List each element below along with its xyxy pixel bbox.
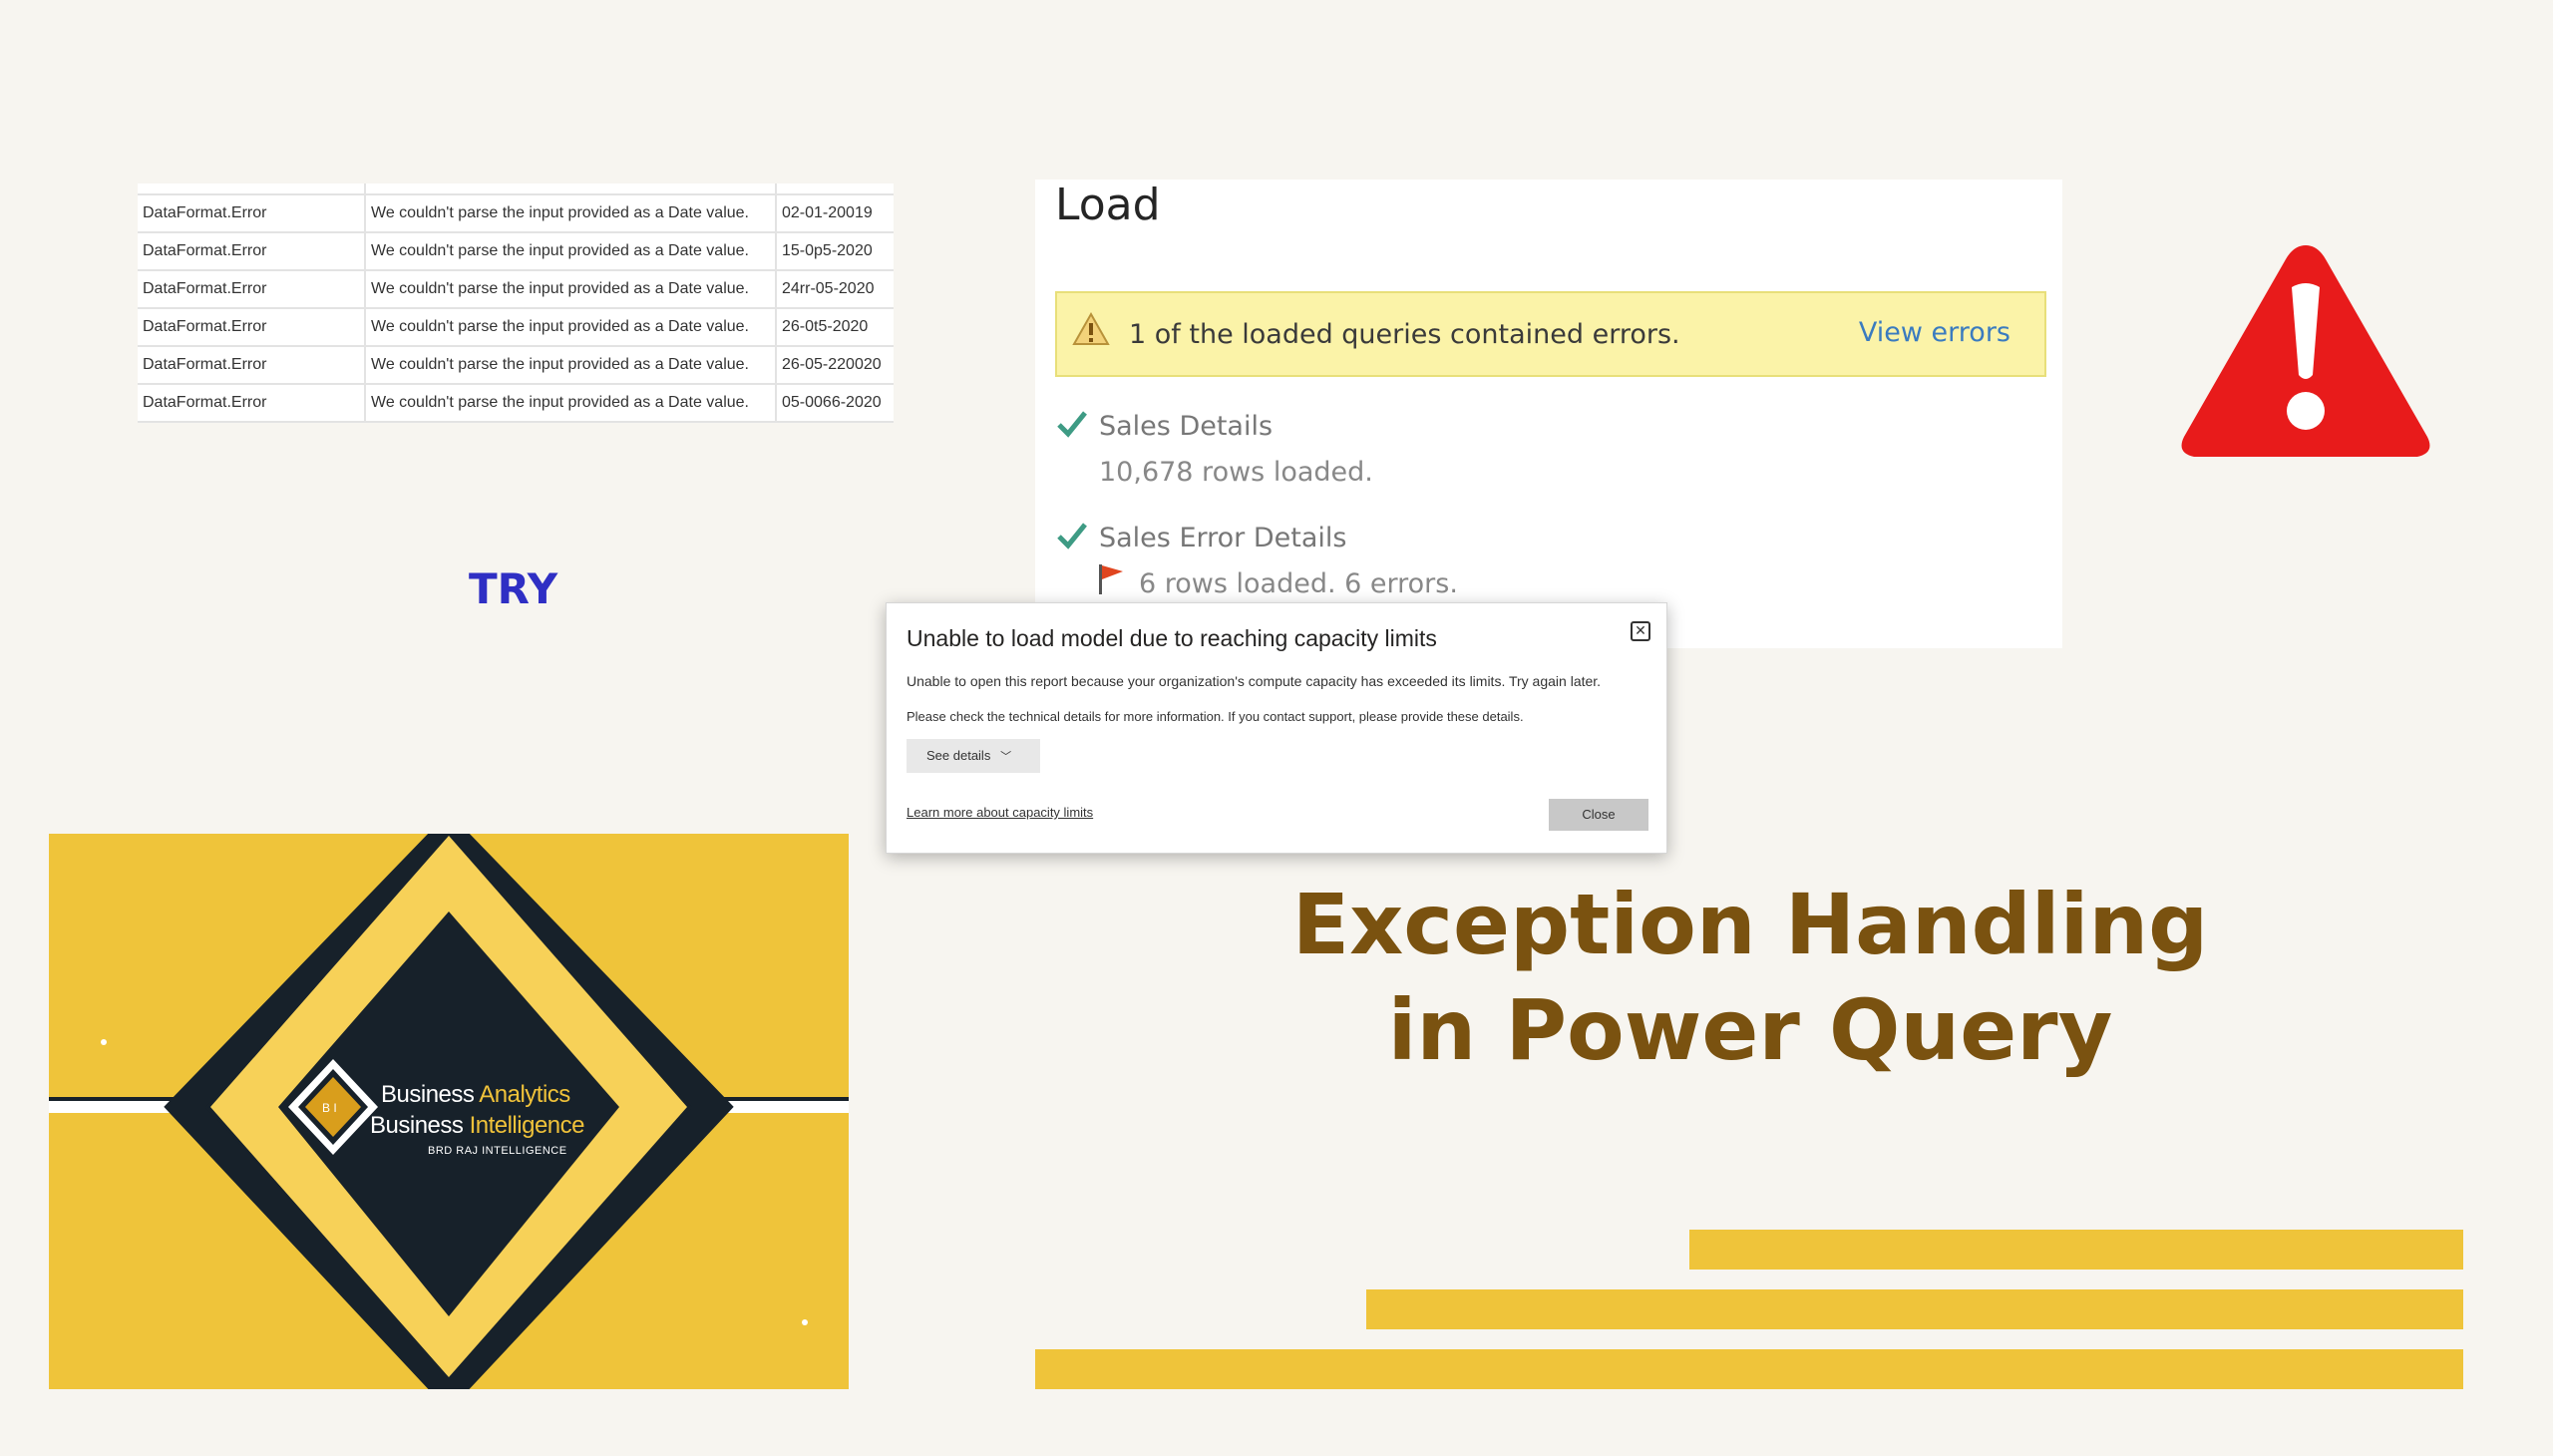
table-cell-value: 26-0t5-2020: [776, 308, 894, 347]
logo-line1: Business Analytics: [381, 1081, 570, 1109]
query-name: Sales Error Details: [1099, 523, 1347, 553]
logo-badge-text: B I: [322, 1101, 337, 1115]
table-cell-type: DataFormat.Error: [138, 346, 366, 385]
table-header-row: [138, 183, 894, 195]
table-cell-value: 05-0066-2020: [776, 384, 894, 423]
table-cell-type: DataFormat.Error: [138, 384, 366, 423]
table-cell-type: DataFormat.Error: [138, 194, 366, 233]
table-row: DataFormat.Error We couldn't parse the in…: [138, 194, 894, 233]
check-icon: [1055, 409, 1089, 444]
logo-subtitle: BRD RAJ INTELLIGENCE: [428, 1145, 567, 1157]
dialog-details-hint: Please check the technical details for m…: [907, 709, 1524, 724]
headline: Exception Handling in Power Query: [1227, 872, 2274, 1083]
view-errors-link[interactable]: View errors: [1859, 317, 2010, 348]
table-cell-type: DataFormat.Error: [138, 232, 366, 271]
table-cell-message: We couldn't parse the input provided as …: [365, 232, 777, 271]
logo-line1-a: Business: [381, 1081, 480, 1108]
check-icon: [1055, 521, 1089, 555]
table-row: DataFormat.Error We couldn't parse the in…: [138, 270, 894, 309]
table-cell-message: We couldn't parse the input provided as …: [365, 194, 777, 233]
flag-icon: [1097, 562, 1127, 601]
table-cell-message: We couldn't parse the input provided as …: [365, 308, 777, 347]
table-row: DataFormat.Error We couldn't parse the in…: [138, 232, 894, 271]
warning-icon: [1071, 311, 1111, 352]
dialog-title: Unable to load model due to reaching cap…: [907, 625, 1437, 651]
table-cell-type: DataFormat.Error: [138, 308, 366, 347]
table-row: DataFormat.Error We couldn't parse the in…: [138, 308, 894, 347]
table-cell-value: 24rr-05-2020: [776, 270, 894, 309]
brand-logo: B I Business Analytics Business Intellig…: [49, 834, 849, 1389]
headline-line1: Exception Handling: [1291, 876, 2209, 973]
close-icon[interactable]: ✕: [1631, 621, 1650, 641]
decor-stripe: [1689, 1230, 2463, 1270]
chevron-down-icon: ﹀: [993, 751, 1012, 763]
try-label: TRY: [469, 564, 558, 613]
warning-icon: [2172, 231, 2439, 476]
query-name: Sales Details: [1099, 411, 1274, 442]
table-cell-value: 02-01-20019: [776, 194, 894, 233]
warning-text: 1 of the loaded queries contained errors…: [1129, 319, 1680, 350]
table-cell-value: 15-0p5-2020: [776, 232, 894, 271]
table-cell-message: We couldn't parse the input provided as …: [365, 270, 777, 309]
error-table: DataFormat.Error We couldn't parse the in…: [138, 183, 894, 423]
logo-line2-a: Business: [370, 1112, 470, 1139]
warning-banner: 1 of the loaded queries contained errors…: [1055, 291, 2046, 377]
load-panel: Load 1 of the loaded queries contained e…: [1035, 180, 2062, 648]
table-cell-type: DataFormat.Error: [138, 270, 366, 309]
close-button[interactable]: Close: [1549, 799, 1648, 831]
logo-line2: Business Intelligence: [370, 1112, 584, 1140]
logo-line1-b: Analytics: [479, 1081, 570, 1108]
query-status: 10,678 rows loaded.: [1099, 457, 1373, 488]
headline-line2: in Power Query: [1387, 981, 2113, 1079]
table-row: DataFormat.Error We couldn't parse the in…: [138, 346, 894, 385]
dialog-message: Unable to open this report because your …: [907, 673, 1602, 689]
decor-stripe: [1366, 1289, 2463, 1329]
see-details-label: See details: [926, 748, 991, 763]
learn-more-link[interactable]: Learn more about capacity limits: [907, 805, 1093, 820]
query-status: 6 rows loaded. 6 errors.: [1139, 568, 1458, 599]
decor-stripe: [1035, 1349, 2463, 1389]
capacity-error-dialog: Unable to load model due to reaching cap…: [886, 602, 1667, 854]
see-details-button[interactable]: See details ﹀: [907, 739, 1040, 773]
load-title: Load: [1055, 180, 1161, 230]
logo-line2-b: Intelligence: [469, 1112, 585, 1139]
table-row: DataFormat.Error We couldn't parse the in…: [138, 384, 894, 423]
table-cell-value: 26-05-220020: [776, 346, 894, 385]
table-cell-message: We couldn't parse the input provided as …: [365, 346, 777, 385]
table-cell-message: We couldn't parse the input provided as …: [365, 384, 777, 423]
